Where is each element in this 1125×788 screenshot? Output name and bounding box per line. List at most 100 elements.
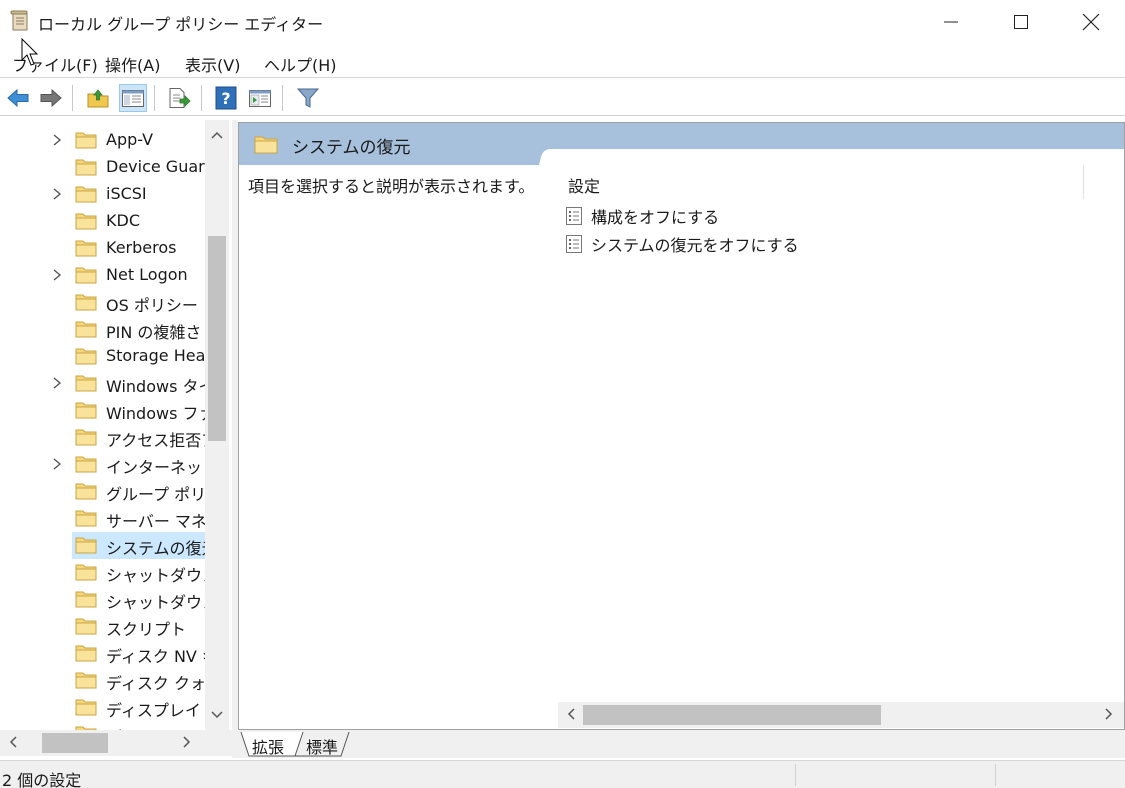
tree-item-body[interactable]: Device Guard bbox=[72, 154, 205, 181]
tree-item-body[interactable]: ディスク NV キャッシュ bbox=[72, 640, 205, 667]
tree-item[interactable]: アクセス拒否アシスタンス bbox=[0, 424, 205, 451]
scroll-down-icon[interactable] bbox=[210, 710, 224, 720]
tree-horizontal-scrollbar[interactable] bbox=[0, 730, 232, 756]
status-bar: 2 個の設定 bbox=[0, 760, 1125, 788]
column-header-setting[interactable]: 設定 bbox=[568, 173, 600, 197]
forward-button[interactable] bbox=[37, 84, 65, 112]
tree-item[interactable]: シャットダウン bbox=[0, 559, 205, 586]
expand-arrow-icon[interactable] bbox=[50, 132, 64, 148]
tree-item-body[interactable]: シャットダウン bbox=[72, 559, 205, 586]
menu-bar: ファイル(F) 操作(A) 表示(V) ヘルプ(H) bbox=[0, 46, 1125, 78]
tree-item[interactable]: システムの復元 bbox=[0, 532, 205, 559]
tree-item-body[interactable]: グループ ポリシー bbox=[72, 478, 205, 505]
tree-item[interactable]: KDC bbox=[0, 208, 205, 235]
folder-icon bbox=[75, 456, 97, 473]
tab-extended[interactable]: 拡張 bbox=[252, 734, 284, 758]
toolbar-separator bbox=[201, 85, 202, 111]
scroll-thumb[interactable] bbox=[208, 236, 226, 441]
tree-item[interactable]: ディスク クォータ bbox=[0, 667, 205, 694]
tab-standard[interactable]: 標準 bbox=[306, 734, 338, 758]
help-button[interactable]: ? bbox=[212, 84, 240, 112]
show-hide-tree-button[interactable] bbox=[119, 84, 147, 112]
tree-item-body[interactable]: Windows タイム サービス bbox=[72, 370, 205, 397]
tree-item-label: Kerberos bbox=[106, 238, 177, 257]
column-divider[interactable] bbox=[1083, 165, 1084, 199]
tree-item[interactable]: App-V bbox=[0, 127, 205, 154]
close-icon bbox=[1082, 13, 1100, 31]
tree-item-label: シャットダウン オプション bbox=[106, 593, 205, 612]
policy-editor-icon bbox=[10, 10, 28, 31]
tree-item-body[interactable]: シャットダウン オプション bbox=[72, 586, 205, 613]
tree-item-body[interactable]: アクセス拒否アシスタンス bbox=[72, 424, 205, 451]
menu-help[interactable]: ヘルプ(H) bbox=[264, 52, 337, 76]
tree-item-label: Storage Health bbox=[106, 346, 205, 365]
menu-action[interactable]: 操作(A) bbox=[105, 52, 160, 76]
tree-item[interactable]: サーバー マネージャー bbox=[0, 505, 205, 532]
tree-item-body[interactable]: PIN の複雑さ bbox=[72, 316, 205, 343]
scroll-thumb[interactable] bbox=[42, 733, 108, 753]
scroll-right-icon[interactable] bbox=[182, 735, 192, 749]
tree-item[interactable]: Storage Health bbox=[0, 343, 205, 370]
scroll-right-icon[interactable] bbox=[1104, 707, 1114, 721]
tree-item[interactable]: PIN の複雑さ bbox=[0, 316, 205, 343]
export-list-icon bbox=[169, 88, 191, 108]
tree-item[interactable]: ディスプレイ bbox=[0, 694, 205, 721]
tree-item-body[interactable]: ディスク クォータ bbox=[72, 667, 205, 694]
up-level-button[interactable] bbox=[84, 84, 112, 112]
folder-icon bbox=[254, 136, 278, 154]
tree-item[interactable]: Net Logon bbox=[0, 262, 205, 289]
tree-item[interactable]: シャットダウン オプション bbox=[0, 586, 205, 613]
expand-arrow-icon[interactable] bbox=[50, 375, 64, 391]
close-button[interactable] bbox=[1056, 0, 1125, 44]
tree-item[interactable]: Kerberos bbox=[0, 235, 205, 262]
menu-view[interactable]: 表示(V) bbox=[185, 52, 240, 76]
tree-item-label: ディスク クォータ bbox=[106, 674, 205, 693]
expand-arrow-icon[interactable] bbox=[50, 456, 64, 472]
view-tabs: 拡張 標準 bbox=[238, 730, 1125, 758]
tree-item-label: Windows ファイル保護 bbox=[106, 404, 205, 423]
tree-item-label: KDC bbox=[106, 211, 140, 230]
tree-item-body[interactable]: Kerberos bbox=[72, 235, 205, 262]
tree-item[interactable]: Device Guard bbox=[0, 154, 205, 181]
back-button[interactable] bbox=[4, 84, 32, 112]
show-hide-action-pane-button[interactable] bbox=[246, 84, 274, 112]
tree-item[interactable]: ディスク NV キャッシュ bbox=[0, 640, 205, 667]
tree-item-label: サーバー マネージャー bbox=[106, 512, 205, 531]
tree-pane: App-V Device Guard iSCSI KDC Kerberos Net Log… bbox=[0, 120, 232, 758]
tree-item[interactable]: グループ ポリシー bbox=[0, 478, 205, 505]
tree-item[interactable]: OS ポリシー bbox=[0, 289, 205, 316]
tree-item-body[interactable]: システムの復元 bbox=[72, 532, 205, 559]
tree-item-body[interactable]: インターネット通信の管理 bbox=[72, 451, 205, 478]
export-list-button[interactable] bbox=[165, 84, 193, 112]
scroll-thumb[interactable] bbox=[583, 705, 881, 725]
toolbar-separator bbox=[154, 85, 155, 111]
maximize-button[interactable] bbox=[986, 0, 1056, 44]
scroll-left-icon[interactable] bbox=[8, 735, 18, 749]
tree-item-body[interactable]: OS ポリシー bbox=[72, 289, 205, 316]
tree-item[interactable]: Windows ファイル保護 bbox=[0, 397, 205, 424]
tree-item-body[interactable]: ディスプレイ bbox=[72, 694, 205, 721]
back-arrow-icon bbox=[7, 88, 29, 108]
details-horizontal-scrollbar[interactable] bbox=[558, 702, 1124, 728]
tree-item[interactable]: Windows タイム サービス bbox=[0, 370, 205, 397]
tree-item-body[interactable]: App-V bbox=[72, 127, 205, 154]
folder-icon bbox=[75, 348, 97, 365]
minimize-button[interactable] bbox=[916, 0, 986, 44]
scroll-up-icon[interactable] bbox=[210, 130, 224, 140]
tree-item-body[interactable]: Net Logon bbox=[72, 262, 205, 289]
tree-item-body[interactable]: iSCSI bbox=[72, 181, 205, 208]
scroll-left-icon[interactable] bbox=[566, 707, 576, 721]
tree-item[interactable]: インターネット通信の管理 bbox=[0, 451, 205, 478]
tree-item-body[interactable]: Windows ファイル保護 bbox=[72, 397, 205, 424]
tree-vertical-scrollbar[interactable] bbox=[205, 120, 229, 730]
tree-item-body[interactable]: Storage Health bbox=[72, 343, 205, 370]
tree-item[interactable]: iSCSI bbox=[0, 181, 205, 208]
tree-item-label: Device Guard bbox=[106, 157, 205, 176]
tree-item[interactable]: スクリプト bbox=[0, 613, 205, 640]
tree-item-body[interactable]: KDC bbox=[72, 208, 205, 235]
expand-arrow-icon[interactable] bbox=[50, 267, 64, 283]
tree-item-body[interactable]: スクリプト bbox=[72, 613, 205, 640]
tree-item-body[interactable]: サーバー マネージャー bbox=[72, 505, 205, 532]
expand-arrow-icon[interactable] bbox=[50, 186, 64, 202]
filter-button[interactable] bbox=[294, 84, 322, 112]
